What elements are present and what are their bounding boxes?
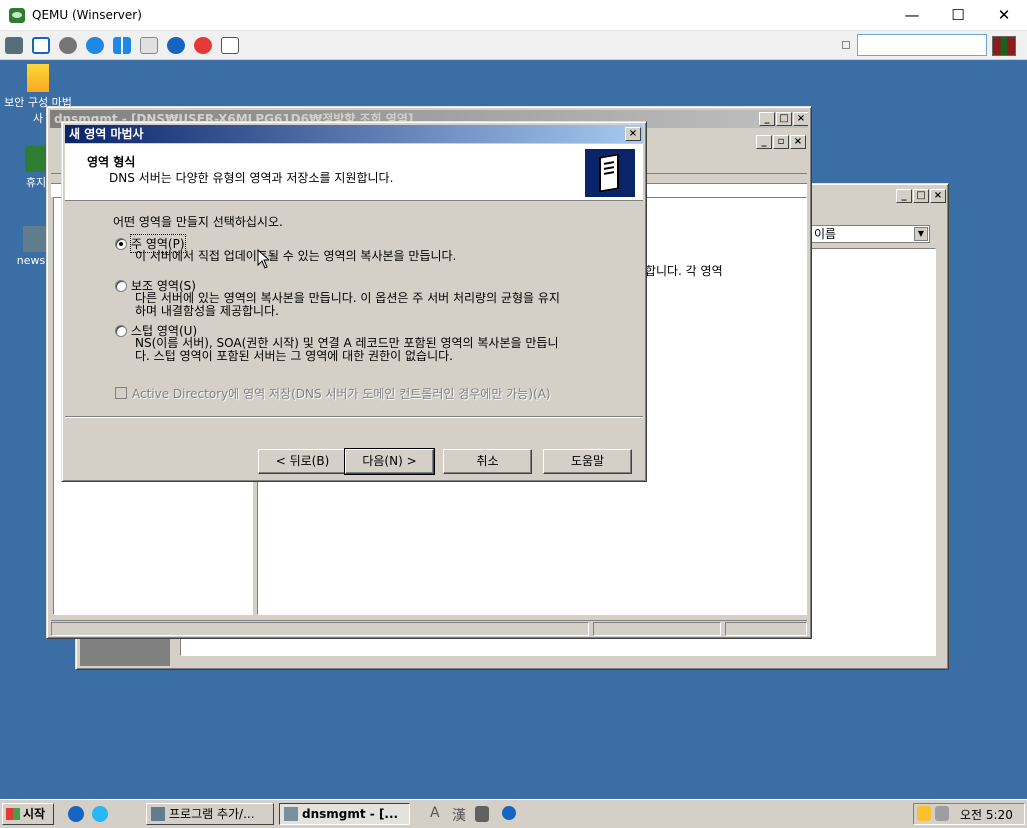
mdi-restore-button[interactable]: ▫ [773,135,789,149]
maximize-button[interactable]: ☐ [935,0,981,31]
secondary-zone-radio[interactable] [115,280,127,292]
back-close-button[interactable]: × [930,189,946,203]
refresh-icon[interactable] [86,37,104,54]
toolbar-search-input[interactable] [857,34,987,56]
ime-tool-icon[interactable] [475,806,489,822]
new-zone-wizard-dialog: 새 영역 마법사 × 영역 형식 DNS 서버는 다양한 유형의 영역과 저장소… [61,121,647,482]
mdi-close-button[interactable]: × [790,135,806,149]
wizard-separator [65,416,643,418]
dnsmgmt-close-button[interactable]: × [793,112,808,126]
dnsmgmt-minimize-button[interactable]: _ [759,112,775,126]
wizard-body: 어떤 영역을 만들지 선택하십시오. 주 영역(P) 이 서버에서 직접 업데이… [65,202,643,482]
mouse-cursor-icon [257,249,269,269]
windows-flag-icon [6,808,20,820]
gear-icon[interactable] [59,37,77,54]
cancel-button[interactable]: 취소 [443,449,532,474]
zone-type-prompt: 어떤 영역을 만들지 선택하십시오. [113,215,283,229]
guest-desktop: 보안 구성 마법사 휴지 newsid _ □ × 이름 ▼ dnsmgmt -… [0,60,1027,799]
taskbar-item-label: dnsmgmt - [... [302,807,399,821]
ime-hanja[interactable]: 漢 [452,805,466,825]
system-tray: 오전 5:20 [913,803,1025,825]
primary-zone-radio[interactable] [115,238,127,250]
start-label: 시작 [23,807,46,821]
status-pane-2 [593,622,721,636]
taskbar-item-dnsmgmt[interactable]: dnsmgmt - [... [279,803,410,825]
chevron-down-icon[interactable]: ▼ [914,227,928,241]
secondary-zone-desc-2: 하며 내결함성을 제공합니다. [135,304,279,318]
wizard-header: 영역 형식 DNS 서버는 다양한 유형의 영역과 저장소를 지원합니다. [65,144,643,201]
color-indicator-icon [992,36,1016,56]
dnsmgmt-icon [284,807,298,821]
store-in-ad-checkbox[interactable] [115,387,127,399]
wizard-caption: 새 영역 마법사 × [65,125,643,143]
back-minimize-button[interactable]: _ [896,189,912,203]
security-shield-icon[interactable] [917,806,931,821]
network-icon[interactable] [935,806,949,821]
add-programs-icon [151,807,165,821]
fullscreen-icon[interactable] [32,37,50,54]
stop-icon[interactable] [194,37,212,54]
help-button[interactable]: 도움말 [543,449,632,474]
dns-server-icon [585,149,635,197]
start-button[interactable]: 시작 [2,803,54,825]
ime-mode-a[interactable]: A [430,805,440,821]
status-pane-3 [725,622,807,636]
clock[interactable]: 오전 5:20 [960,806,1013,823]
status-bar [51,620,807,636]
back-button[interactable]: < 뒤로(B) [258,449,347,474]
status-pane-1 [51,622,589,636]
wizard-title: 새 영역 마법사 [69,127,144,141]
keyboard-icon[interactable] [140,37,158,54]
sort-dropdown-value: 이름 [814,227,837,241]
wizard-header-title: 영역 형식 [87,155,136,169]
toolbar-small-checkbox[interactable] [842,41,850,49]
taskbar-item-label: 프로그램 추가/... [169,807,255,821]
recycle-bin-icon [25,146,47,172]
qemu-window-title: QEMU (Winserver) [32,8,142,22]
stub-zone-desc-2: 다. 스텁 영역이 포함된 서버는 그 영역에 대한 권한이 없습니다. [135,349,453,363]
qemu-titlebar: QEMU (Winserver) — ☐ ✕ [0,0,1027,31]
windows-icon[interactable] [113,37,131,54]
stub-zone-radio[interactable] [115,325,127,337]
close-button[interactable]: ✕ [981,0,1027,31]
taskbar: 시작 프로그램 추가/... dnsmgmt - [... A 漢 오전 5:2… [0,799,1027,828]
wizard-close-button[interactable]: × [625,127,641,141]
qemu-app-icon [9,8,25,23]
sort-dropdown[interactable]: 이름 ▼ [810,225,930,243]
settings-gears-icon[interactable] [5,37,23,54]
dnsmgmt-maximize-button[interactable]: □ [776,112,792,126]
primary-zone-desc: 이 서버에서 직접 업데이트될 수 있는 영역의 복사본을 만듭니다. [135,249,457,263]
back-maximize-button[interactable]: □ [913,189,929,203]
next-button[interactable]: 다음(N) > [344,448,435,475]
wizard-header-subtitle: DNS 서버는 다양한 유형의 영역과 저장소를 지원합니다. [109,171,394,185]
security-wizard-icon [27,64,49,92]
mdi-minimize-button[interactable]: _ [756,135,772,149]
internet-explorer-icon[interactable] [92,806,108,822]
qemu-toolbar [0,31,1027,60]
info-icon[interactable] [167,37,185,54]
shutdown-dialog-icon[interactable] [221,37,239,54]
store-in-ad-label: Active Directory에 영역 저장(DNS 서버가 도메인 컨트롤러… [132,387,551,401]
taskbar-item-add-programs[interactable]: 프로그램 추가/... [146,803,274,825]
minimize-button[interactable]: — [889,0,935,31]
show-desktop-icon[interactable] [68,806,84,822]
help-icon[interactable] [502,806,516,820]
